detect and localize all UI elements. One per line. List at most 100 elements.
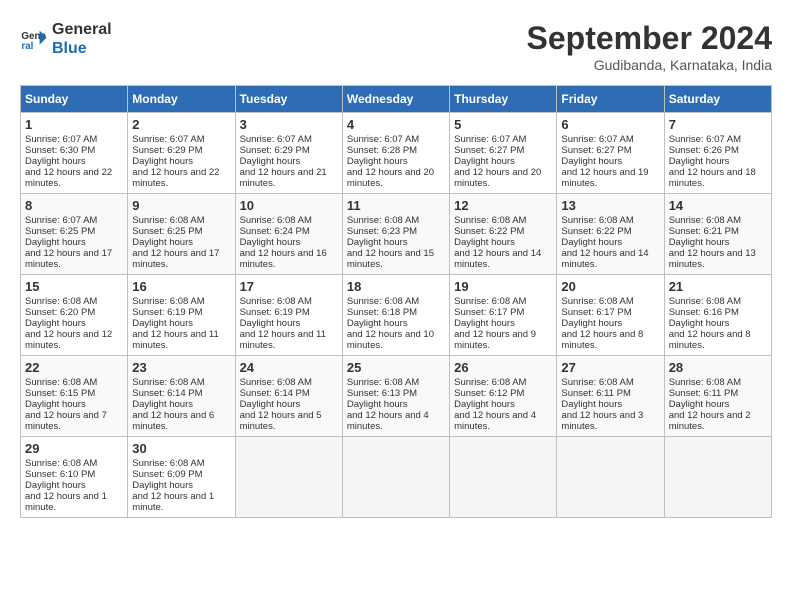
daylight-label: Daylight hours bbox=[561, 318, 622, 329]
sunset-text: Sunset: 6:22 PM bbox=[454, 226, 524, 237]
daylight-duration: and 12 hours and 15 minutes. bbox=[347, 248, 434, 270]
sunset-text: Sunset: 6:13 PM bbox=[347, 388, 417, 399]
sunset-text: Sunset: 6:19 PM bbox=[132, 307, 202, 318]
sunset-text: Sunset: 6:25 PM bbox=[25, 226, 95, 237]
calendar-cell: 26Sunrise: 6:08 AMSunset: 6:12 PMDayligh… bbox=[450, 356, 557, 437]
calendar-cell bbox=[450, 437, 557, 518]
day-number: 10 bbox=[240, 198, 338, 213]
sunrise-text: Sunrise: 6:08 AM bbox=[669, 215, 741, 226]
calendar-cell: 4Sunrise: 6:07 AMSunset: 6:28 PMDaylight… bbox=[342, 113, 449, 194]
calendar-cell: 1Sunrise: 6:07 AMSunset: 6:30 PMDaylight… bbox=[21, 113, 128, 194]
sunrise-text: Sunrise: 6:08 AM bbox=[561, 296, 633, 307]
sunset-text: Sunset: 6:11 PM bbox=[561, 388, 631, 399]
daylight-label: Daylight hours bbox=[669, 318, 730, 329]
daylight-duration: and 12 hours and 11 minutes. bbox=[132, 329, 218, 351]
day-number: 12 bbox=[454, 198, 552, 213]
calendar-cell: 30Sunrise: 6:08 AMSunset: 6:09 PMDayligh… bbox=[128, 437, 235, 518]
calendar-header-monday: Monday bbox=[128, 86, 235, 113]
day-number: 2 bbox=[132, 117, 230, 132]
calendar-week-5: 29Sunrise: 6:08 AMSunset: 6:10 PMDayligh… bbox=[21, 437, 772, 518]
calendar-week-3: 15 Sunrise: 6:08 AM Sunset: 6:20 PM Dayligh… bbox=[21, 275, 772, 356]
daylight-label: Daylight hours bbox=[240, 237, 301, 248]
day-number: 4 bbox=[347, 117, 445, 132]
calendar-cell: 16Sunrise: 6:08 AMSunset: 6:19 PMDayligh… bbox=[128, 275, 235, 356]
daylight-duration: and 12 hours and 19 minutes. bbox=[561, 167, 648, 189]
day-number: 8 bbox=[25, 198, 123, 213]
sunrise-text: Sunrise: 6:07 AM bbox=[25, 215, 97, 226]
sunset-text: Sunset: 6:29 PM bbox=[132, 145, 202, 156]
day-number: 16 bbox=[132, 279, 230, 294]
daylight-label: Daylight hours bbox=[132, 156, 193, 167]
day-number: 13 bbox=[561, 198, 659, 213]
daylight-duration: and 12 hours and 14 minutes. bbox=[454, 248, 541, 270]
sunset-text: Sunset: 6:30 PM bbox=[25, 145, 95, 156]
calendar-cell: 6Sunrise: 6:07 AMSunset: 6:27 PMDaylight… bbox=[557, 113, 664, 194]
calendar-body: 1Sunrise: 6:07 AMSunset: 6:30 PMDaylight… bbox=[21, 113, 772, 518]
daylight-duration: and 12 hours and 4 minutes. bbox=[454, 410, 536, 432]
sunset-text: Sunset: 6:27 PM bbox=[561, 145, 631, 156]
day-number: 30 bbox=[132, 441, 230, 456]
sunset-text: Sunset: 6:15 PM bbox=[25, 388, 95, 399]
daylight-duration: and 12 hours and 5 minutes. bbox=[240, 410, 322, 432]
title-area: September 2024 Gudibanda, Karnataka, Ind… bbox=[527, 20, 772, 73]
daylight-label: Daylight hours bbox=[669, 156, 730, 167]
daylight-label: Daylight hours bbox=[240, 399, 301, 410]
sunset-text: Sunset: 6:20 PM bbox=[25, 307, 95, 318]
sunset-text: Sunset: 6:22 PM bbox=[561, 226, 631, 237]
sunset-text: Sunset: 6:27 PM bbox=[454, 145, 524, 156]
sunset-text: Sunset: 6:17 PM bbox=[454, 307, 524, 318]
daylight-label: Daylight hours bbox=[25, 399, 86, 410]
daylight-label: Daylight hours bbox=[454, 399, 515, 410]
calendar-cell: 19Sunrise: 6:08 AMSunset: 6:17 PMDayligh… bbox=[450, 275, 557, 356]
daylight-label: Daylight hours bbox=[132, 318, 193, 329]
daylight-label: Daylight hours bbox=[132, 237, 193, 248]
sunset-text: Sunset: 6:29 PM bbox=[240, 145, 310, 156]
daylight-label: Daylight hours bbox=[25, 480, 86, 491]
sunset-text: Sunset: 6:12 PM bbox=[454, 388, 524, 399]
day-number: 14 bbox=[669, 198, 767, 213]
month-title: September 2024 bbox=[527, 20, 772, 57]
day-number: 17 bbox=[240, 279, 338, 294]
calendar-cell: 25Sunrise: 6:08 AMSunset: 6:13 PMDayligh… bbox=[342, 356, 449, 437]
daylight-duration: and 12 hours and 9 minutes. bbox=[454, 329, 536, 351]
day-number: 26 bbox=[454, 360, 552, 375]
svg-text:ral: ral bbox=[21, 41, 33, 52]
sunrise-text: Sunrise: 6:08 AM bbox=[240, 296, 312, 307]
daylight-label: Daylight hours bbox=[561, 399, 622, 410]
sunrise-text: Sunrise: 6:07 AM bbox=[132, 134, 204, 145]
day-number: 18 bbox=[347, 279, 445, 294]
calendar-week-2: 8Sunrise: 6:07 AMSunset: 6:25 PMDaylight… bbox=[21, 194, 772, 275]
calendar-cell: 13Sunrise: 6:08 AMSunset: 6:22 PMDayligh… bbox=[557, 194, 664, 275]
sunrise-text: Sunrise: 6:07 AM bbox=[25, 134, 97, 145]
sunset-text: Sunset: 6:16 PM bbox=[669, 307, 739, 318]
calendar-cell: 24Sunrise: 6:08 AMSunset: 6:14 PMDayligh… bbox=[235, 356, 342, 437]
location-title: Gudibanda, Karnataka, India bbox=[527, 57, 772, 73]
daylight-duration: and 12 hours and 21 minutes. bbox=[240, 167, 327, 189]
day-number: 15 bbox=[25, 279, 123, 294]
daylight-duration: and 12 hours and 4 minutes. bbox=[347, 410, 429, 432]
sunrise-text: Sunrise: 6:08 AM bbox=[454, 215, 526, 226]
calendar-cell: 18Sunrise: 6:08 AMSunset: 6:18 PMDayligh… bbox=[342, 275, 449, 356]
sunset-text: Sunset: 6:23 PM bbox=[347, 226, 417, 237]
calendar-cell: 17Sunrise: 6:08 AMSunset: 6:19 PMDayligh… bbox=[235, 275, 342, 356]
day-number: 7 bbox=[669, 117, 767, 132]
sunrise-text: Sunrise: 6:07 AM bbox=[669, 134, 741, 145]
calendar-cell: 27Sunrise: 6:08 AMSunset: 6:11 PMDayligh… bbox=[557, 356, 664, 437]
daylight-label: Daylight hours bbox=[669, 399, 730, 410]
sunrise-text: Sunrise: 6:08 AM bbox=[240, 215, 312, 226]
sunrise-text: Sunrise: 6:08 AM bbox=[347, 215, 419, 226]
daylight-duration: and 12 hours and 8 minutes. bbox=[669, 329, 751, 351]
day-number: 24 bbox=[240, 360, 338, 375]
daylight-duration: and 12 hours and 12 minutes. bbox=[25, 329, 112, 351]
day-number: 28 bbox=[669, 360, 767, 375]
daylight-label: Daylight hours bbox=[240, 318, 301, 329]
sunrise-text: Sunrise: 6:08 AM bbox=[25, 458, 97, 469]
sunrise-text: Sunrise: 6:08 AM bbox=[347, 296, 419, 307]
daylight-duration: and 12 hours and 17 minutes. bbox=[25, 248, 112, 270]
calendar-cell: 11Sunrise: 6:08 AMSunset: 6:23 PMDayligh… bbox=[342, 194, 449, 275]
day-number: 21 bbox=[669, 279, 767, 294]
daylight-label: Daylight hours bbox=[25, 237, 86, 248]
daylight-label: Daylight hours bbox=[454, 237, 515, 248]
day-number: 9 bbox=[132, 198, 230, 213]
daylight-duration: and 12 hours and 13 minutes. bbox=[669, 248, 756, 270]
